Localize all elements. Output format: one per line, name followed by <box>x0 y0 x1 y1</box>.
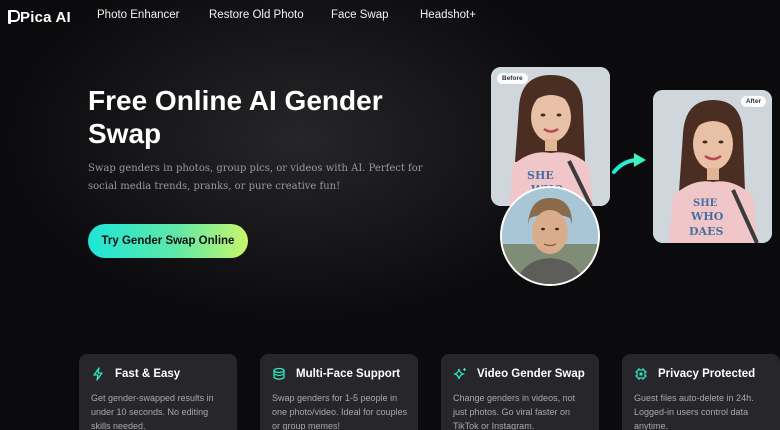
arrow-right-icon <box>612 153 646 174</box>
feature-title: Privacy Protected <box>658 368 756 380</box>
feature-title: Video Gender Swap <box>477 368 585 380</box>
nav-link-headshot[interactable]: Headshot+ <box>420 9 476 21</box>
logo-text: Pica AI <box>20 8 71 26</box>
feature-card-multi-face: Multi-Face Support Swap genders for 1-5 … <box>260 354 418 430</box>
svg-text:DAES: DAES <box>689 225 723 238</box>
before-label: Before <box>497 73 528 84</box>
try-gender-swap-button[interactable]: Try Gender Swap Online <box>88 224 248 258</box>
feature-description: Change genders in videos, not just photo… <box>453 393 576 430</box>
man-face-image <box>502 188 598 284</box>
lightning-icon <box>93 367 103 381</box>
feature-description: Swap genders for 1-5 people in one photo… <box>272 393 408 430</box>
after-label: After <box>740 96 766 107</box>
page: Pica AI Photo Enhancer Restore Old Photo… <box>0 0 780 430</box>
svg-text:SHE: SHE <box>693 198 718 209</box>
source-face-image <box>500 186 600 286</box>
svg-text:WHO: WHO <box>690 210 724 223</box>
logo[interactable]: Pica AI <box>8 8 71 26</box>
feature-card-privacy: Privacy Protected Guest files auto-delet… <box>622 354 780 430</box>
logo-mark-icon <box>8 10 20 24</box>
top-nav: Pica AI Photo Enhancer Restore Old Photo… <box>0 0 780 34</box>
feature-title: Multi-Face Support <box>296 368 401 380</box>
feature-title: Fast & Easy <box>115 368 181 380</box>
feature-card-video-swap: Video Gender Swap Change genders in vide… <box>441 354 599 430</box>
nav-link-photo-enhancer[interactable]: Photo Enhancer <box>97 9 179 21</box>
nav-link-restore-old-photo[interactable]: Restore Old Photo <box>209 9 304 21</box>
nav-link-face-swap[interactable]: Face Swap <box>331 9 389 21</box>
after-photo: SHE WHO DAES After <box>653 90 772 243</box>
chip-icon <box>635 368 647 380</box>
hero-title: Free Online AI Gender Swap <box>88 85 383 149</box>
after-woman-image: SHE WHO DAES <box>653 90 772 243</box>
layers-icon <box>273 367 285 380</box>
sparkle-icon <box>453 368 466 380</box>
hero-subtitle: Swap genders in photos, group pics, or v… <box>88 163 423 192</box>
feature-description: Get gender-swapped results in under 10 s… <box>91 393 214 430</box>
feature-description: Guest files auto-delete in 24h. Logged-i… <box>634 393 754 430</box>
svg-text:SHE: SHE <box>527 169 554 182</box>
feature-card-fast-easy: Fast & Easy Get gender-swapped results i… <box>79 354 237 430</box>
